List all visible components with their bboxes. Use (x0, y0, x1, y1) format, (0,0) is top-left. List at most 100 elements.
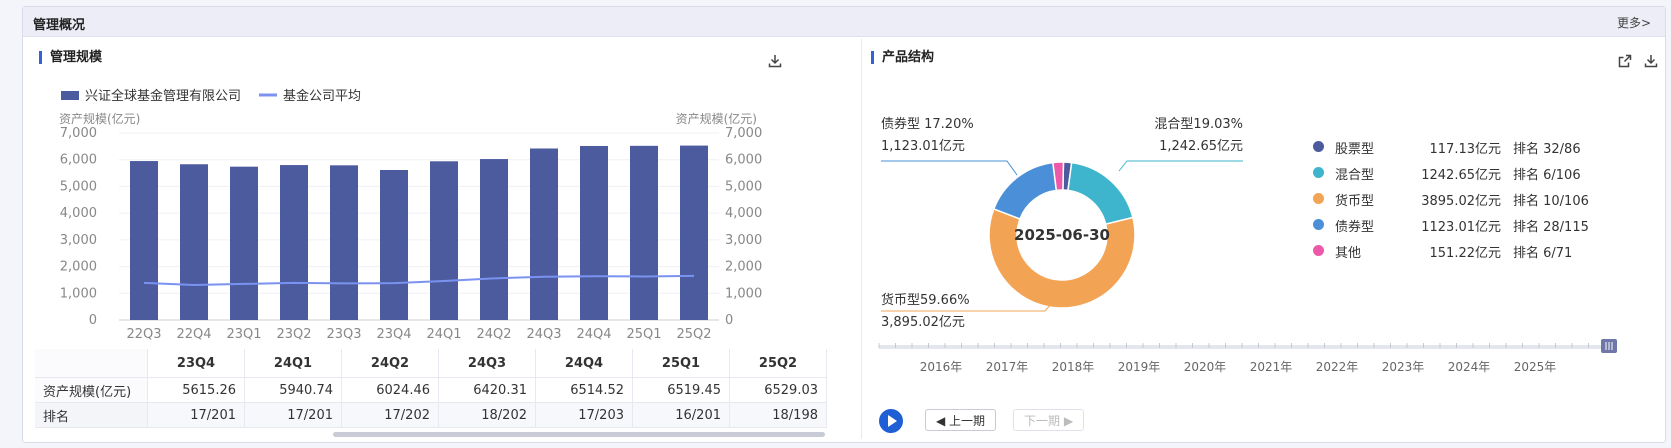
legend-value: 3895.02亿元 (1421, 194, 1501, 209)
average-line (143, 274, 695, 287)
bar[interactable] (230, 166, 258, 320)
x-tick-label: 22Q4 (176, 327, 211, 342)
timeline-year[interactable]: 2017年 (986, 360, 1029, 374)
external-link-icon[interactable] (1617, 53, 1633, 69)
table-cell: 18/202 (438, 402, 536, 428)
timeline-year[interactable]: 2024年 (1448, 360, 1491, 374)
section-header: 管理概况 更多> (23, 7, 1665, 37)
table-cell: 18/198 (729, 402, 827, 428)
bar[interactable] (330, 165, 358, 320)
legend-value: 1123.01亿元 (1421, 220, 1501, 235)
legend-rank: 排名 32/86 (1513, 142, 1581, 157)
timeline-year[interactable]: 2018年 (1052, 360, 1095, 374)
table-cell: 17/201 (147, 402, 245, 428)
prev-period-button[interactable]: ◀ 上一期 (925, 409, 997, 431)
legend-value: 117.13亿元 (1429, 142, 1502, 157)
legend-rank: 排名 6/71 (1513, 246, 1573, 261)
bar[interactable] (630, 145, 658, 320)
legend-line-label: 基金公司平均 (283, 88, 361, 104)
y-tick-label: 2,000 (725, 260, 762, 275)
management-scale-panel: 管理规模 兴证全球基金管理有限公司 基金公司平均 资产规模(亿元) 资产规模(亿… (33, 39, 862, 439)
table-cell: 6024.46 (341, 377, 439, 403)
table-col-header: 24Q1 (244, 349, 342, 378)
scale-table: 23Q4 24Q1 24Q2 24Q3 24Q4 25Q1 25Q2 资产规模(… (35, 349, 827, 428)
y-tick-label: 2,000 (60, 260, 97, 275)
legend-name: 股票型 (1335, 142, 1375, 157)
x-tick-label: 24Q1 (426, 327, 461, 342)
legend-dot (1313, 167, 1324, 178)
timeline-year[interactable]: 2022年 (1316, 360, 1359, 374)
timeline-year[interactable]: 2021年 (1250, 360, 1293, 374)
x-tick-label: 24Q4 (576, 327, 611, 342)
table-row: 排名 17/201 17/201 17/202 18/202 17/203 16… (35, 402, 827, 428)
y-tick-label: 7,000 (725, 126, 762, 141)
date-timeline: 2016年 2017年 2018年 2019年 2020年 2021年 2022年 2023年… (865, 331, 1663, 441)
product-structure-panel: 产品结构 混合型19.03% 1,242.65亿元 债券型 17.20% 1,1… (865, 39, 1663, 439)
table-col-header: 24Q3 (438, 349, 536, 378)
panel-title: 产品结构 (871, 51, 934, 64)
bar[interactable] (530, 148, 558, 320)
y-axis-title-left: 资产规模(亿元) (59, 111, 140, 126)
callout-money-pct: 货币型59.66% (881, 292, 970, 308)
management-overview-section: 管理概况 更多> 管理规模 兴证全球基金管理有限公司 基金公司平均 资产规模(亿… (22, 6, 1666, 443)
table-cell: 6519.45 (632, 377, 730, 403)
callout-bond-amt: 1,123.01亿元 (881, 139, 965, 154)
legend-name: 债券型 (1335, 220, 1375, 235)
table-cell: 6514.52 (535, 377, 633, 403)
table-cell: 6420.31 (438, 377, 536, 403)
legend-rank: 排名 6/106 (1513, 168, 1581, 183)
table-col-header: 23Q4 (147, 349, 245, 378)
legend-value: 1242.65亿元 (1421, 168, 1501, 183)
legend-dot (1313, 245, 1324, 256)
bar[interactable] (180, 164, 208, 320)
bar[interactable] (430, 161, 458, 320)
legend-value: 151.22亿元 (1429, 246, 1502, 261)
download-icon[interactable] (767, 53, 783, 69)
more-link[interactable]: 更多> (1617, 14, 1651, 31)
legend-name: 其他 (1335, 246, 1362, 261)
table-horizontal-scrollbar[interactable] (333, 432, 825, 437)
y-tick-label: 5,000 (60, 179, 97, 194)
donut-slice[interactable] (992, 161, 1058, 220)
bar[interactable] (480, 159, 508, 320)
bar[interactable] (580, 145, 608, 320)
donut-center-date: 2025-06-30 (1014, 226, 1110, 244)
y-tick-label: 3,000 (725, 233, 762, 248)
x-tick-label: 24Q2 (476, 327, 511, 342)
bar[interactable] (380, 169, 408, 320)
panel-title: 管理规模 (39, 51, 102, 64)
timeline-year[interactable]: 2023年 (1382, 360, 1425, 374)
x-tick-label: 25Q1 (626, 327, 661, 342)
table-cell: 5615.26 (147, 377, 245, 403)
table-col-header: 25Q1 (632, 349, 730, 378)
donut-slice[interactable] (988, 208, 1136, 309)
legend-bar-swatch (61, 91, 79, 100)
next-period-button[interactable]: 下一期 ▶ (1013, 409, 1085, 431)
timeline-year[interactable]: 2019年 (1118, 360, 1161, 374)
donut-slice[interactable] (1067, 161, 1134, 226)
bar[interactable] (130, 161, 158, 320)
table-cell: 17/202 (341, 402, 439, 428)
legend-dot (1313, 141, 1324, 152)
y-tick-label: 7,000 (60, 126, 97, 141)
bar[interactable] (680, 145, 708, 320)
download-icon[interactable] (1643, 53, 1659, 69)
legend-dot (1313, 219, 1324, 230)
table-col-header: 24Q4 (535, 349, 633, 378)
play-button[interactable] (879, 409, 903, 433)
callout-line-mixed (1118, 160, 1243, 172)
legend-rank: 排名 10/106 (1513, 194, 1589, 209)
legend-dot (1313, 193, 1324, 204)
y-axis-title-right: 资产规模(亿元) (676, 111, 757, 126)
timeline-year[interactable]: 2025年 (1514, 360, 1557, 374)
y-tick-label: 4,000 (725, 206, 762, 221)
bar[interactable] (280, 165, 308, 320)
y-tick-label: 0 (89, 313, 97, 328)
y-tick-label: 4,000 (60, 206, 97, 221)
timeline-year[interactable]: 2016年 (920, 360, 963, 374)
callout-line-bond (881, 160, 1018, 176)
timeline-year[interactable]: 2020年 (1184, 360, 1227, 374)
table-cell: 17/201 (244, 402, 342, 428)
section-title: 管理概况 (33, 18, 86, 33)
table-row: 资产规模(亿元) 5615.26 5940.74 6024.46 6420.31… (35, 377, 827, 403)
